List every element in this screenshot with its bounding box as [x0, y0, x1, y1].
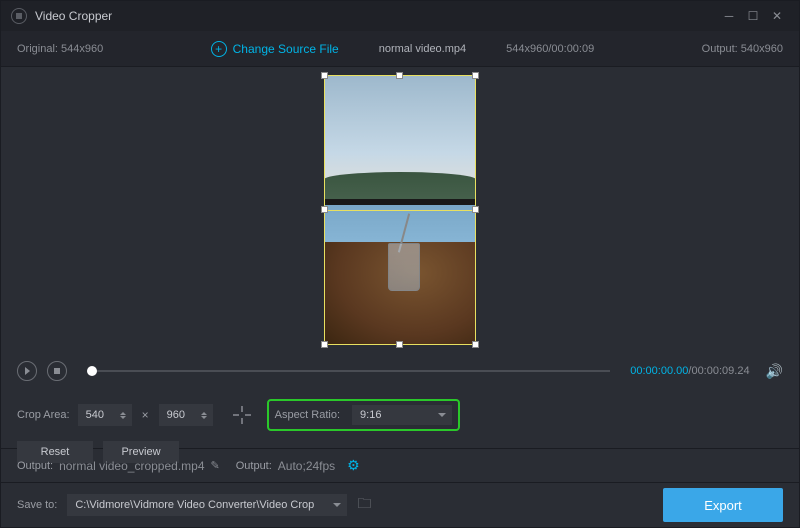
export-button[interactable]: Export — [663, 488, 783, 522]
save-path-dropdown[interactable]: C:\Vidmore\Vidmore Video Converter\Video… — [67, 494, 347, 516]
crosshair-icon — [233, 406, 251, 424]
height-down-icon[interactable] — [201, 416, 207, 419]
stop-icon — [54, 368, 60, 374]
aspect-ratio-group: Aspect Ratio: 9:16 — [267, 399, 460, 431]
chevron-down-icon — [438, 413, 446, 417]
crop-controls: Crop Area: 540 × 960 Aspect Ratio: 9:16 … — [1, 389, 799, 449]
output-settings: Auto;24fps — [278, 459, 335, 473]
crop-handle-mr[interactable] — [472, 206, 479, 213]
play-button[interactable] — [17, 361, 37, 381]
output-dimensions: Output: 540x960 — [702, 43, 783, 55]
time-current: 00:00:00.00 — [630, 365, 688, 377]
app-icon — [11, 8, 27, 24]
crop-handle-tr[interactable] — [472, 72, 479, 79]
time-display: 00:00:00.00/00:00:09.24 — [630, 365, 749, 377]
crop-width-input[interactable]: 540 — [78, 404, 132, 426]
center-crop-button[interactable] — [231, 404, 253, 426]
output-settings-label: Output: — [236, 460, 272, 472]
crop-handle-ml[interactable] — [321, 206, 328, 213]
output-file-label: Output: — [17, 460, 53, 472]
save-to-label: Save to: — [17, 499, 57, 511]
minimize-button[interactable]: ─ — [717, 4, 741, 28]
video-frame — [324, 75, 476, 345]
crop-height-input[interactable]: 960 — [159, 404, 213, 426]
timeline-knob[interactable] — [87, 366, 97, 376]
preview-area[interactable] — [1, 67, 799, 353]
crop-area-label: Crop Area: — [17, 409, 70, 421]
times-sep: × — [142, 408, 149, 422]
height-up-icon[interactable] — [201, 412, 207, 415]
app-title: Video Cropper — [35, 9, 112, 23]
aspect-ratio-dropdown[interactable]: 9:16 — [352, 405, 452, 425]
chevron-down-icon — [333, 503, 341, 507]
width-down-icon[interactable] — [120, 416, 126, 419]
crop-handle-bl[interactable] — [321, 341, 328, 348]
stop-button[interactable] — [47, 361, 67, 381]
aspect-ratio-label: Aspect Ratio: — [275, 409, 340, 421]
plus-circle-icon: + — [211, 41, 227, 57]
titlebar: Video Cropper ─ ☐ ✕ — [1, 1, 799, 31]
crop-handle-tl[interactable] — [321, 72, 328, 79]
source-meta: 544x960/00:00:09 — [506, 43, 594, 55]
playback-bar: 00:00:00.00/00:00:09.24 🔊 — [1, 353, 799, 389]
edit-filename-button[interactable]: ✎ — [211, 459, 220, 472]
output-filename: normal video_cropped.mp4 — [59, 459, 204, 473]
settings-button[interactable]: ⚙ — [347, 457, 360, 474]
width-up-icon[interactable] — [120, 412, 126, 415]
change-source-button[interactable]: + Change Source File — [211, 41, 339, 57]
time-total: /00:00:09.24 — [688, 365, 749, 377]
original-dimensions: Original: 544x960 — [17, 43, 103, 55]
crop-handle-br[interactable] — [472, 341, 479, 348]
open-folder-button[interactable]: 🗀 — [357, 493, 371, 517]
close-button[interactable]: ✕ — [765, 4, 789, 28]
crop-handle-tm[interactable] — [396, 72, 403, 79]
timeline-slider[interactable] — [87, 370, 610, 372]
source-filename: normal video.mp4 — [379, 43, 466, 55]
play-icon — [25, 367, 30, 375]
volume-icon[interactable]: 🔊 — [766, 363, 783, 380]
maximize-button[interactable]: ☐ — [741, 4, 765, 28]
crop-handle-bm[interactable] — [396, 341, 403, 348]
crop-box[interactable] — [324, 75, 476, 345]
save-row: Save to: C:\Vidmore\Vidmore Video Conver… — [1, 483, 799, 527]
toolbar: Original: 544x960 + Change Source File n… — [1, 31, 799, 67]
change-source-label: Change Source File — [233, 42, 339, 56]
